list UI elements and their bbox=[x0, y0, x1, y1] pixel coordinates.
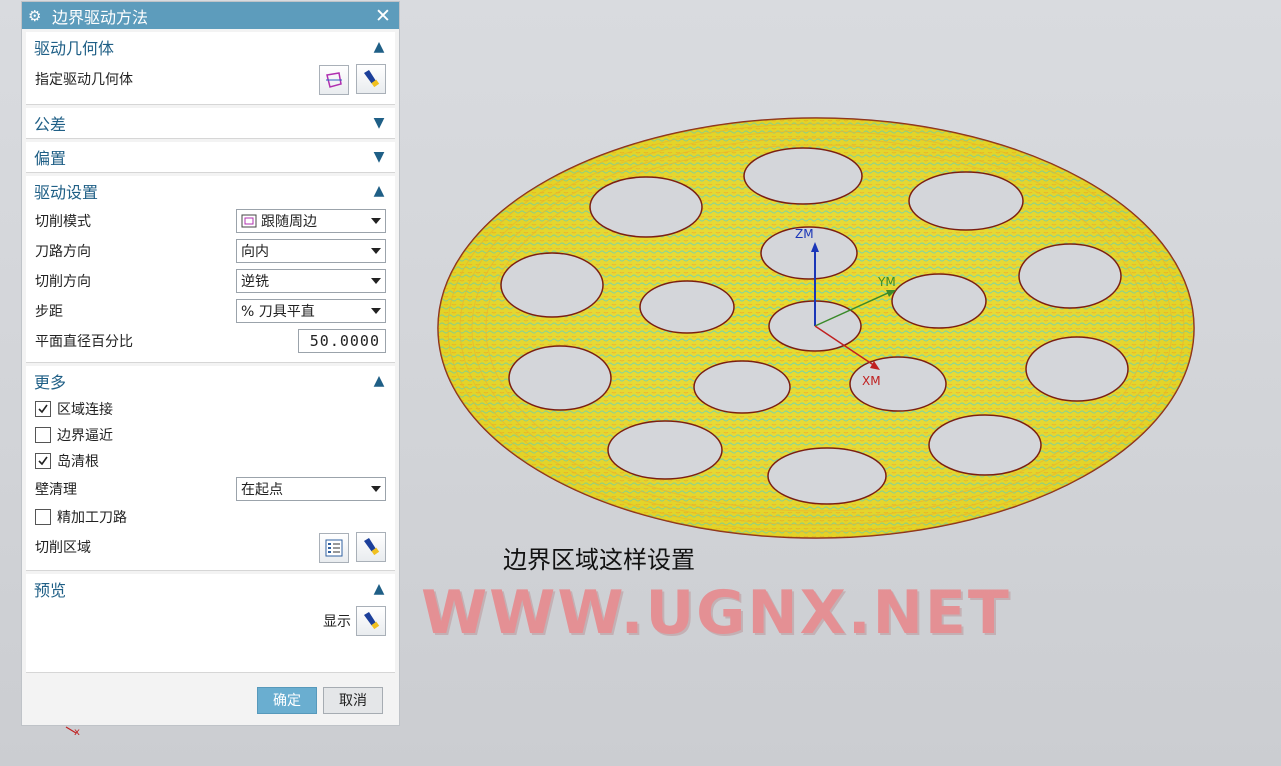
dropdown-arrow-icon bbox=[371, 278, 381, 284]
section-preview: 预览 ▲ 显示 bbox=[26, 574, 395, 673]
checkmark-icon bbox=[38, 456, 48, 466]
finish-passes-checkbox[interactable] bbox=[35, 509, 51, 525]
region-connect-checkbox[interactable] bbox=[35, 401, 51, 417]
cut-pattern-dropdown[interactable]: 跟随周边 bbox=[236, 209, 386, 233]
annotation-caption: 边界区域这样设置 bbox=[503, 546, 695, 574]
chevron-up-icon: ▲ bbox=[373, 183, 385, 199]
section-tolerance-header[interactable]: 公差 ▼ bbox=[26, 108, 395, 138]
section-offset: 偏置 ▼ bbox=[26, 142, 395, 173]
select-boundary-button[interactable] bbox=[318, 64, 349, 95]
section-drive-settings-header[interactable]: 驱动设置 ▲ bbox=[26, 176, 395, 206]
dialog-footer: 确定 取消 bbox=[22, 675, 399, 725]
section-title: 公差 bbox=[34, 115, 67, 134]
boundary-approach-label: 边界逼近 bbox=[57, 428, 113, 444]
hole bbox=[767, 447, 887, 505]
section-title: 驱动设置 bbox=[34, 183, 99, 202]
hole bbox=[607, 420, 723, 480]
gear-icon: ⚙ bbox=[28, 6, 42, 25]
finish-passes-label: 精加工刀路 bbox=[57, 510, 127, 526]
hole bbox=[589, 176, 703, 238]
wall-cleanup-dropdown[interactable]: 在起点 bbox=[236, 477, 386, 501]
hole bbox=[639, 280, 735, 334]
region-connect-label: 区域连接 bbox=[57, 402, 113, 418]
percent-flat-diameter-label: 平面直径百分比 bbox=[35, 334, 133, 350]
section-drive-settings: 驱动设置 ▲ 切削模式 跟随周边 刀路方向 向内 切削方向 逆铣 步距 % 刀具… bbox=[26, 176, 395, 363]
hole bbox=[928, 414, 1042, 476]
stepover-value: % 刀具平直 bbox=[241, 304, 315, 320]
dialog-title: 边界驱动方法 bbox=[52, 7, 149, 27]
cancel-button[interactable]: 取消 bbox=[323, 686, 383, 714]
cut-region-label: 切削区域 bbox=[35, 540, 91, 556]
dropdown-arrow-icon bbox=[371, 486, 381, 492]
cut-region-list-button[interactable] bbox=[318, 532, 349, 563]
chevron-up-icon: ▲ bbox=[373, 581, 385, 597]
hole bbox=[500, 252, 604, 318]
cut-region-display-button[interactable] bbox=[356, 531, 386, 562]
chevron-up-icon: ▲ bbox=[373, 39, 385, 55]
boundary-select-icon bbox=[325, 71, 342, 88]
checkmark-icon bbox=[38, 404, 48, 414]
boundary-approach-checkbox[interactable] bbox=[35, 427, 51, 443]
island-cleanup-label: 岛清根 bbox=[57, 454, 99, 470]
follow-periphery-icon bbox=[241, 214, 257, 228]
hole bbox=[743, 147, 863, 205]
chevron-down-icon: ▼ bbox=[373, 149, 385, 165]
hole bbox=[891, 273, 987, 329]
section-title: 偏置 bbox=[34, 149, 67, 168]
display-boundary-button[interactable] bbox=[356, 63, 386, 94]
watermark: WWW.UGNX.NET bbox=[421, 578, 1011, 648]
hole bbox=[508, 345, 612, 411]
percent-flat-diameter-input[interactable]: 50.0000 bbox=[298, 329, 386, 353]
island-cleanup-checkbox[interactable] bbox=[35, 453, 51, 469]
xm-label: XM bbox=[862, 374, 881, 388]
section-drive-geometry: 驱动几何体 ▲ 指定驱动几何体 bbox=[26, 32, 395, 105]
zm-label: ZM bbox=[795, 227, 814, 241]
display-label: 显示 bbox=[323, 614, 351, 630]
chevron-down-icon: ▼ bbox=[373, 115, 385, 131]
boundary-drive-method-dialog: ⚙ 边界驱动方法 ✕ 驱动几何体 ▲ 指定驱动几何体 公差 ▼ 偏置 ▼ 驱动设… bbox=[21, 1, 400, 726]
section-offset-header[interactable]: 偏置 ▼ bbox=[26, 142, 395, 172]
dropdown-arrow-icon bbox=[371, 218, 381, 224]
path-direction-dropdown[interactable]: 向内 bbox=[236, 239, 386, 263]
cut-direction-dropdown[interactable]: 逆铣 bbox=[236, 269, 386, 293]
cut-pattern-value: 跟随周边 bbox=[261, 214, 317, 230]
section-drive-geometry-header[interactable]: 驱动几何体 ▲ bbox=[26, 32, 395, 62]
section-tolerance: 公差 ▼ bbox=[26, 108, 395, 139]
dropdown-arrow-icon bbox=[371, 248, 381, 254]
section-title: 预览 bbox=[34, 581, 67, 600]
corner-x-label: x bbox=[74, 727, 80, 738]
path-direction-value: 向内 bbox=[241, 244, 269, 260]
flashlight-icon bbox=[364, 537, 380, 555]
chevron-up-icon: ▲ bbox=[373, 373, 385, 389]
hole bbox=[1018, 243, 1122, 309]
close-icon[interactable]: ✕ bbox=[373, 5, 393, 27]
ym-label: YM bbox=[878, 275, 896, 289]
preview-display-button[interactable] bbox=[356, 606, 386, 636]
section-preview-header[interactable]: 预览 ▲ bbox=[26, 574, 395, 604]
wall-cleanup-label: 壁清理 bbox=[35, 482, 77, 498]
dialog-titlebar[interactable]: ⚙ 边界驱动方法 ✕ bbox=[22, 2, 399, 29]
ok-button[interactable]: 确定 bbox=[257, 686, 317, 714]
dropdown-arrow-icon bbox=[371, 308, 381, 314]
section-title: 更多 bbox=[34, 373, 67, 392]
stepover-dropdown[interactable]: % 刀具平直 bbox=[236, 299, 386, 323]
hole bbox=[908, 171, 1024, 231]
specify-drive-geometry-label: 指定驱动几何体 bbox=[35, 72, 133, 88]
wall-cleanup-value: 在起点 bbox=[241, 482, 283, 498]
hole bbox=[1025, 336, 1129, 402]
cut-pattern-label: 切削模式 bbox=[35, 214, 91, 230]
section-more: 更多 ▲ 区域连接 边界逼近 岛清根 壁清理 在起点 精加工刀路 切削区域 bbox=[26, 366, 395, 571]
flashlight-icon bbox=[364, 69, 380, 87]
cut-direction-label: 切削方向 bbox=[35, 274, 91, 290]
stepover-label: 步距 bbox=[35, 304, 63, 320]
path-direction-label: 刀路方向 bbox=[35, 244, 91, 260]
cut-direction-value: 逆铣 bbox=[241, 274, 269, 290]
flashlight-icon bbox=[364, 612, 380, 630]
hole bbox=[693, 360, 791, 414]
section-more-header[interactable]: 更多 ▲ bbox=[26, 366, 395, 396]
list-icon bbox=[325, 539, 343, 556]
section-title: 驱动几何体 bbox=[34, 39, 115, 58]
